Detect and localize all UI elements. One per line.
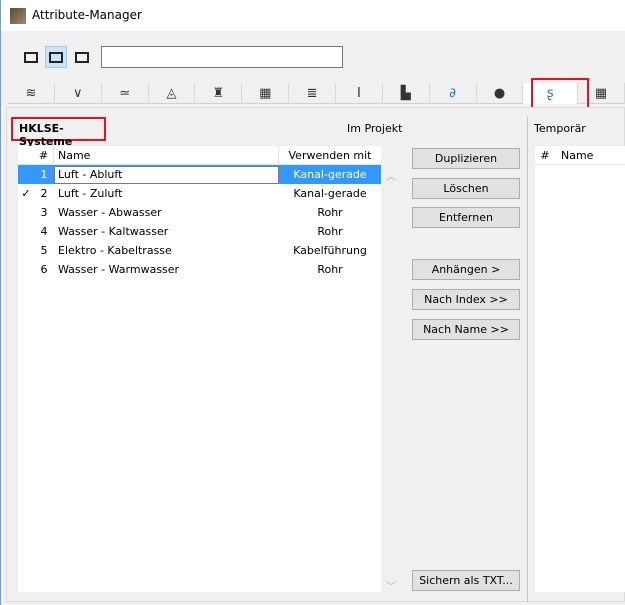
row-use-with: Kanal-gerade: [293, 168, 367, 181]
delete-button[interactable]: Löschen: [412, 178, 520, 199]
table-row[interactable]: 3 Wasser - Abwasser Rohr: [18, 203, 381, 222]
table-row[interactable]: ✓ 2 Luft - Zuluft Kanal-gerade: [18, 184, 381, 203]
row-index: 5: [40, 244, 48, 257]
title-bar: Attribute-Manager: [0, 0, 625, 31]
row-name: Wasser - Abwasser: [58, 206, 162, 219]
row-name: Wasser - Kaltwasser: [58, 225, 169, 238]
left-panel-view-button[interactable]: [20, 46, 42, 68]
grid-icon: ▦: [594, 86, 608, 101]
building-material-icon: ▦: [259, 86, 272, 101]
by-index-button[interactable]: Nach Index >>: [412, 289, 520, 310]
composite-icon: ≣: [306, 86, 318, 101]
table-row[interactable]: 5 Elektro - Kabeltrasse Kabelführung: [18, 241, 381, 260]
row-name: Wasser - Warmwasser: [58, 263, 180, 276]
pen-icon: ∨: [73, 86, 83, 101]
location-label-temporary: Temporär: [534, 122, 586, 135]
left-panel-view-icon: [24, 51, 38, 63]
app-icon: [10, 8, 26, 24]
column-header-name[interactable]: Name: [555, 149, 593, 162]
row-name: Luft - Zuluft: [58, 187, 123, 200]
layers-icon: ≋: [25, 86, 37, 101]
highlight-box-tab: [531, 78, 589, 109]
check-mark-icon: ✓: [21, 187, 31, 200]
tab-globe[interactable]: ●: [477, 83, 524, 104]
right-panel-view-icon: [75, 51, 89, 63]
globe-icon: ●: [493, 86, 506, 101]
tab-mep-curve[interactable]: ∂: [430, 83, 477, 104]
row-use-with: Kanal-gerade: [293, 187, 367, 200]
table-row[interactable]: 4 Wasser - Kaltwasser Rohr: [18, 222, 381, 241]
scroll-down-arrow[interactable]: ﹀: [386, 578, 396, 593]
remove-button[interactable]: Entfernen: [412, 207, 520, 228]
search-input[interactable]: [101, 46, 343, 68]
zone-category-icon: ▙: [400, 86, 411, 101]
line-type-icon: ≃: [119, 86, 131, 101]
window-border: [0, 31, 1, 605]
right-panel-view-button[interactable]: [71, 46, 93, 68]
row-use-with: Rohr: [317, 263, 343, 276]
tab-pen[interactable]: ∨: [55, 83, 102, 104]
tab-profile[interactable]: I: [336, 83, 383, 104]
both-panels-view-button[interactable]: [45, 46, 67, 68]
panel-divider[interactable]: [527, 116, 528, 602]
append-button[interactable]: Anhängen >: [412, 259, 520, 280]
tab-composite[interactable]: ≣: [289, 83, 337, 104]
location-label-project: Im Projekt: [347, 122, 403, 135]
both-panels-view-icon: [49, 51, 63, 63]
name-edit-field[interactable]: Luft - Abluft: [54, 165, 279, 184]
profile-icon: I: [357, 86, 361, 101]
tab-layers[interactable]: ≋: [8, 83, 55, 104]
column-header-index[interactable]: #: [535, 146, 555, 164]
section-title: HKLSE-Systeme: [11, 117, 106, 148]
window-title: Attribute-Manager: [32, 8, 142, 22]
by-name-button[interactable]: Nach Name >>: [412, 319, 520, 340]
row-use-with: Rohr: [317, 206, 343, 219]
column-header-use-with[interactable]: Verwenden mit: [279, 149, 381, 162]
column-header-name[interactable]: Name: [54, 146, 279, 164]
temporary-attribute-table[interactable]: # Name: [535, 146, 625, 592]
surface-brush-icon: ♜: [212, 86, 225, 101]
table-header: # Name: [535, 146, 625, 165]
tab-fill[interactable]: ◬: [149, 83, 196, 104]
row-use-with: Rohr: [317, 225, 343, 238]
table-row[interactable]: 6 Wasser - Warmwasser Rohr: [18, 260, 381, 279]
table-row[interactable]: 1 Luft - Abluft Kanal-gerade: [18, 165, 381, 184]
tab-line-type[interactable]: ≃: [102, 83, 149, 104]
fill-icon: ◬: [166, 86, 177, 101]
save-as-txt-button[interactable]: Sichern als TXT...: [412, 570, 520, 591]
row-index: 2: [40, 187, 48, 200]
duplicate-button[interactable]: Duplizieren: [412, 148, 520, 169]
tab-surface-brush[interactable]: ♜: [195, 83, 243, 104]
tab-building-material[interactable]: ▦: [242, 83, 290, 104]
table-header: # Name Verwenden mit: [18, 146, 381, 165]
row-index: 1: [40, 168, 48, 181]
mep-curve-icon: ∂: [449, 86, 457, 101]
project-attribute-table[interactable]: # Name Verwenden mit 1 Luft - Abluft Kan…: [18, 146, 381, 592]
scroll-up-arrow[interactable]: ︿: [386, 168, 396, 183]
tab-zone-category[interactable]: ▙: [383, 83, 430, 104]
row-index: 6: [40, 263, 48, 276]
row-index: 3: [40, 206, 48, 219]
row-use-with: Kabelführung: [293, 244, 367, 257]
column-header-index[interactable]: #: [34, 146, 54, 164]
row-name: Elektro - Kabeltrasse: [58, 244, 172, 257]
row-index: 4: [40, 225, 48, 238]
